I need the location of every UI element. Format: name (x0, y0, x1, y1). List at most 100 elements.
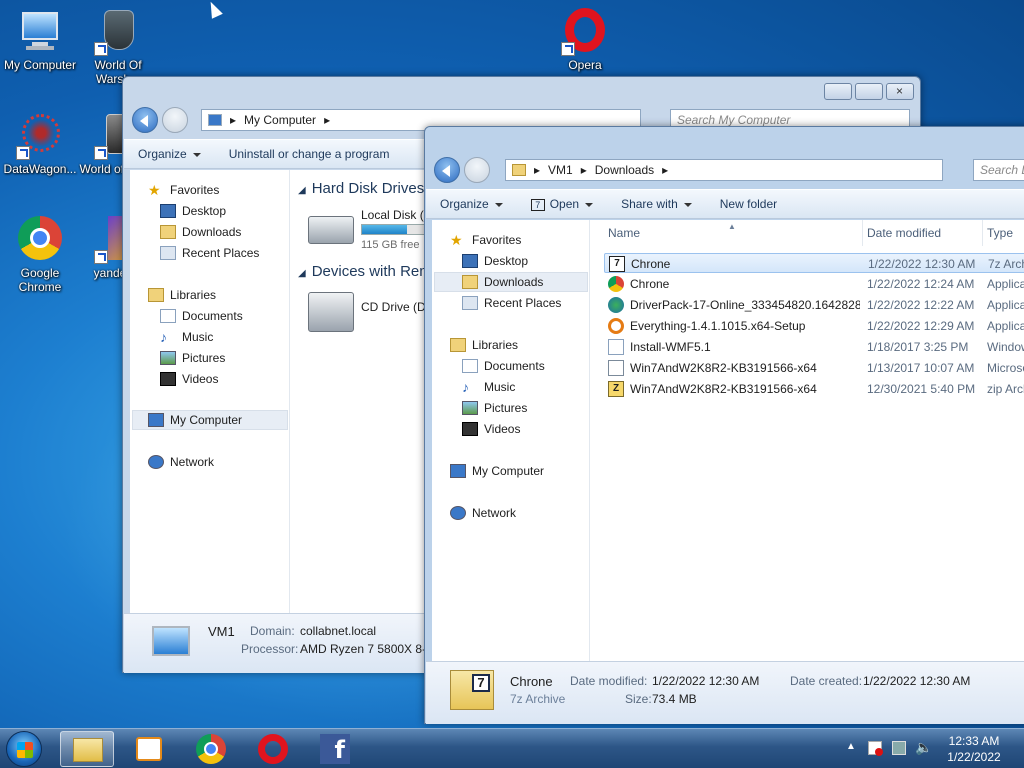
details-pane: 7 Chrone 7z Archive Date modified: 1/22/… (426, 661, 1024, 724)
chrome-app-icon (608, 276, 624, 292)
network-icon (148, 455, 164, 469)
nav-pictures[interactable]: Pictures (462, 398, 527, 418)
back-button[interactable] (132, 107, 158, 133)
nav-network[interactable]: Network (450, 503, 516, 523)
file-row[interactable]: DriverPack-17-Online_333454820.1642828..… (604, 295, 1024, 315)
desktop-icon-datawagon[interactable]: DataWagon... (0, 112, 80, 176)
new-folder-button[interactable]: New folder (706, 197, 791, 211)
opera-icon (258, 734, 288, 764)
breadcrumb-item[interactable]: My Computer (244, 113, 316, 127)
opera-icon (561, 8, 609, 56)
network-tray-icon[interactable] (892, 741, 906, 755)
file-row[interactable]: 7 Chrone 1/22/2022 12:30 AM 7z Archive (604, 253, 1024, 273)
taskbar-media-player[interactable] (122, 731, 176, 767)
organize-button[interactable]: Organize (426, 197, 517, 211)
breadcrumb-item[interactable]: VM1 (548, 163, 573, 177)
minimize-button[interactable] (824, 83, 852, 100)
file-date-modified: 1/22/2022 12:29 AM (867, 319, 975, 333)
pictures-icon (160, 351, 176, 365)
nav-recent-places[interactable]: Recent Places (160, 243, 259, 263)
column-header-type[interactable]: Type (983, 220, 1024, 246)
zip-archive-icon: Z (608, 381, 624, 397)
file-date-modified: 1/22/2022 12:24 AM (867, 277, 975, 291)
nav-libraries[interactable]: Libraries (148, 285, 216, 305)
windows-logo-icon (17, 742, 33, 758)
volume-icon[interactable]: 🔈 (915, 739, 932, 756)
search-input[interactable]: Search Downloads (973, 159, 1024, 181)
nav-favorites[interactable]: ★ Favorites (450, 230, 521, 250)
downloads-window[interactable]: ▸ VM1 ▸ Downloads ▸ Search Downloads Org… (424, 126, 1024, 724)
desktop-icon-opera[interactable]: Opera (545, 8, 625, 72)
clock[interactable]: 12:33 AM 1/22/2022 (944, 733, 1004, 765)
nav-libraries[interactable]: Libraries (450, 335, 518, 355)
file-row[interactable]: Win7AndW2K8R2-KB3191566-x64 1/13/2017 10:… (604, 358, 1024, 378)
file-row[interactable]: Install-WMF5.1 1/18/2017 3:25 PM Windows P… (604, 337, 1024, 357)
file-name: Win7AndW2K8R2-KB3191566-x64 (630, 382, 817, 396)
column-header-date-modified[interactable]: Date modified (863, 220, 983, 246)
forward-button[interactable] (464, 157, 490, 183)
forward-button[interactable] (162, 107, 188, 133)
shortcut-arrow-icon (561, 42, 575, 56)
file-row[interactable]: Z Win7AndW2K8R2-KB3191566-x64 12/30/2021 5… (604, 379, 1024, 399)
file-row[interactable]: Chrone 1/22/2022 12:24 AM Application (604, 274, 1024, 294)
open-button[interactable]: 7 Open (517, 197, 607, 211)
star-icon: ★ (148, 182, 161, 198)
pictures-icon (462, 401, 478, 415)
navigation-pane: ★ Favorites Desktop Downloads Recent Plac… (130, 170, 290, 613)
downloads-folder-icon (160, 225, 176, 239)
file-date-modified: 1/18/2017 3:25 PM (867, 340, 969, 354)
shortcut-arrow-icon (94, 146, 108, 160)
file-name: DriverPack-17-Online_333454820.1642828..… (630, 298, 860, 312)
nav-videos[interactable]: Videos (160, 369, 218, 389)
file-name: Chrone (631, 257, 671, 271)
cd-drive-icon (308, 292, 354, 332)
nav-my-computer[interactable]: My Computer (450, 461, 544, 481)
mouse-cursor-icon (205, 0, 223, 19)
file-type: Application (987, 277, 1024, 291)
taskbar-opera[interactable] (246, 731, 300, 767)
address-bar[interactable]: ▸ VM1 ▸ Downloads ▸ (505, 159, 943, 181)
desktop-icon (160, 204, 176, 218)
nav-music[interactable]: ♪ Music (160, 327, 213, 347)
file-row[interactable]: Everything-1.4.1.1015.x64-Setup 1/22/2022… (604, 316, 1024, 336)
documents-icon (462, 359, 478, 373)
nav-desktop[interactable]: Desktop (462, 251, 528, 271)
nav-documents[interactable]: Documents (462, 356, 545, 376)
desktop-icon-world-of-warships[interactable]: World Of Warsh... (78, 8, 158, 86)
taskbar-facebook[interactable]: f (308, 731, 362, 767)
close-button[interactable]: × (886, 83, 914, 100)
back-button[interactable] (434, 157, 460, 183)
desktop-icon-google-chrome[interactable]: Google Chrome (0, 216, 80, 294)
taskbar-chrome[interactable] (184, 731, 238, 767)
maximize-button[interactable] (855, 83, 883, 100)
music-icon: ♪ (462, 379, 469, 395)
nav-downloads[interactable]: Downloads (434, 272, 588, 292)
nav-documents[interactable]: Documents (160, 306, 243, 326)
show-hidden-icons-button[interactable]: ▲ (846, 741, 856, 752)
nav-desktop[interactable]: Desktop (160, 201, 226, 221)
taskbar-explorer[interactable] (60, 731, 114, 767)
desktop-icon-my-computer[interactable]: My Computer (0, 8, 80, 72)
breadcrumb-item[interactable]: Downloads (595, 163, 654, 177)
nav-downloads[interactable]: Downloads (160, 222, 241, 242)
nav-my-computer[interactable]: My Computer (132, 410, 288, 430)
nav-videos[interactable]: Videos (462, 419, 520, 439)
libraries-icon (148, 288, 164, 302)
file-type: Application (987, 319, 1024, 333)
taskbar: f ▲ 🔈 12:33 AM 1/22/2022 (0, 728, 1024, 768)
start-button[interactable] (6, 731, 42, 767)
nav-music[interactable]: ♪ Music (462, 377, 515, 397)
warships-game-icon (94, 8, 142, 56)
nav-network[interactable]: Network (148, 452, 214, 472)
organize-button[interactable]: Organize (124, 147, 215, 161)
nav-favorites[interactable]: ★ Favorites (148, 180, 219, 200)
nav-recent-places[interactable]: Recent Places (462, 293, 561, 313)
action-center-flag-icon[interactable] (868, 741, 883, 756)
nav-pictures[interactable]: Pictures (160, 348, 225, 368)
7z-archive-large-icon: 7 (450, 670, 494, 710)
hard-disk-group-header[interactable]: ◢ Hard Disk Drives (298, 180, 424, 197)
share-with-button[interactable]: Share with (607, 197, 706, 211)
uninstall-program-button[interactable]: Uninstall or change a program (215, 147, 404, 161)
downloads-folder-icon (462, 275, 478, 289)
driverpack-icon (608, 297, 624, 313)
